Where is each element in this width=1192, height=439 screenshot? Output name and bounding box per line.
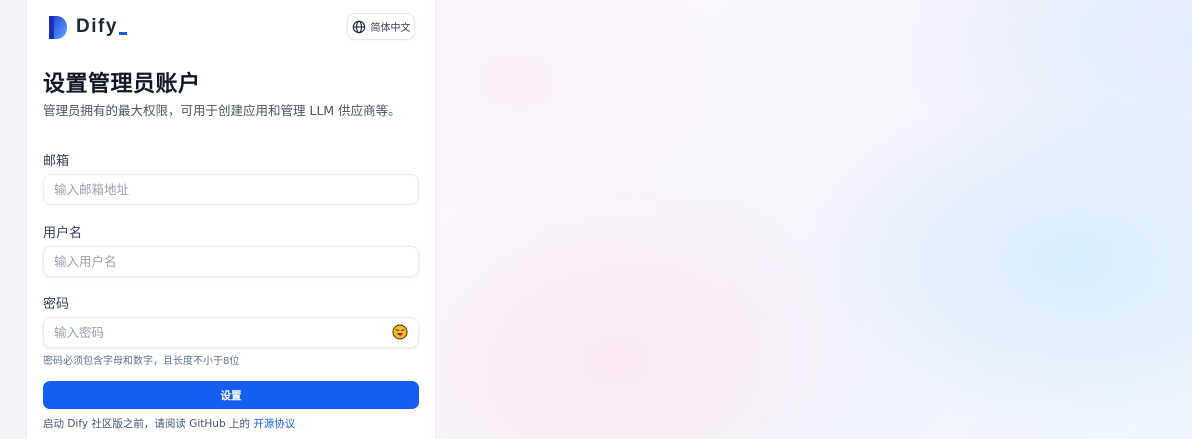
globe-icon bbox=[352, 20, 365, 33]
password-hint: 密码必须包含字母和数字，且长度不小于8位 bbox=[43, 356, 240, 367]
footer-text: 启动 Dify 社区版之前，请阅读 GitHub 上的 bbox=[43, 418, 250, 430]
setup-page: Dify 简体中文 设置管理员账户 管理员拥有的最大权限，可用于创建应用和管理 … bbox=[0, 0, 1192, 439]
email-field[interactable] bbox=[43, 174, 419, 205]
setup-submit-button[interactable]: 设置 bbox=[43, 381, 419, 409]
dify-logo-text: Dify bbox=[76, 16, 127, 38]
email-label: 邮箱 bbox=[43, 154, 70, 169]
dify-logo: Dify bbox=[48, 14, 127, 40]
password-field[interactable] bbox=[43, 317, 419, 348]
dify-logo-icon bbox=[49, 15, 67, 39]
setup-panel: Dify 简体中文 设置管理员账户 管理员拥有的最大权限，可用于创建应用和管理 … bbox=[26, 0, 436, 439]
username-field[interactable] bbox=[43, 246, 419, 277]
language-label: 简体中文 bbox=[370, 23, 411, 34]
password-visibility-toggle[interactable] bbox=[391, 323, 409, 341]
decorative-background bbox=[436, 0, 1192, 439]
username-label: 用户名 bbox=[43, 226, 83, 241]
open-source-license-link[interactable]: 开源协议 bbox=[253, 418, 295, 430]
language-selector[interactable]: 简体中文 bbox=[347, 13, 415, 40]
page-subtitle: 管理员拥有的最大权限，可用于创建应用和管理 LLM 供应商等。 bbox=[43, 103, 401, 118]
emoji-face-icon bbox=[392, 324, 408, 340]
password-label: 密码 bbox=[43, 297, 70, 312]
page-title: 设置管理员账户 bbox=[43, 72, 201, 97]
footer-notice: 启动 Dify 社区版之前，请阅读 GitHub 上的 开源协议 bbox=[43, 416, 295, 431]
